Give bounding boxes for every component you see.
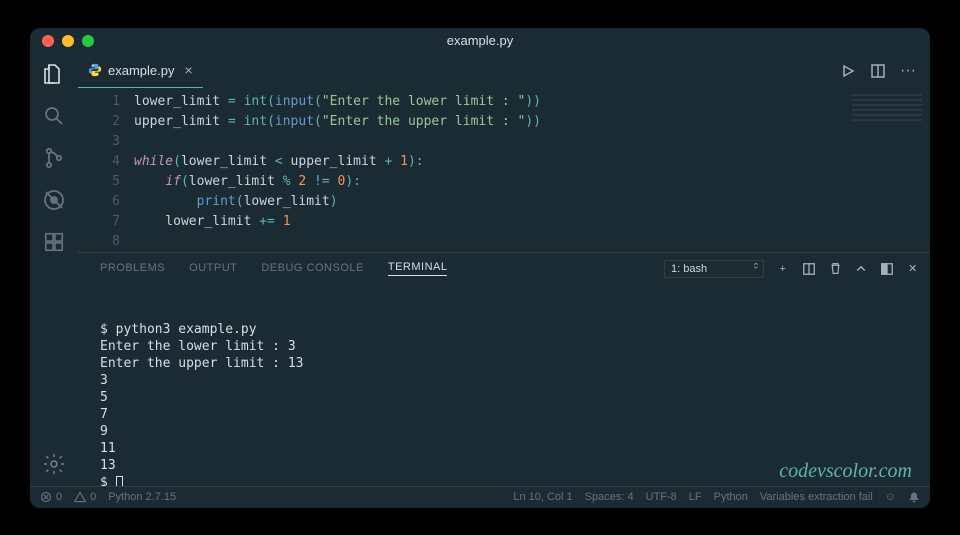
settings-gear-icon[interactable] [42, 452, 66, 476]
tab-label: example.py [108, 63, 174, 78]
bell-icon[interactable] [908, 491, 920, 503]
code-content: lower_limit = int(input("Enter the lower… [134, 92, 930, 252]
editor-actions: ··· [840, 62, 930, 80]
status-eol[interactable]: LF [689, 491, 702, 503]
search-icon[interactable] [42, 104, 66, 128]
window-controls [42, 35, 94, 47]
tab-output[interactable]: OUTPUT [189, 262, 237, 276]
status-bar: 0 0 Python 2.7.15 Ln 10, Col 1 Spaces: 4… [30, 486, 930, 508]
tab-debug-console[interactable]: DEBUG CONSOLE [261, 262, 363, 276]
status-extra[interactable]: Variables extraction fail [760, 491, 873, 503]
source-control-icon[interactable] [42, 146, 66, 170]
maximize-panel-icon[interactable] [880, 262, 894, 276]
maximize-window-button[interactable] [82, 35, 94, 47]
python-file-icon [88, 63, 102, 77]
main-area: example.py × ··· 12345678 lower_limit = … [78, 54, 930, 486]
feedback-icon[interactable]: ☺ [885, 491, 896, 503]
minimize-window-button[interactable] [62, 35, 74, 47]
kill-terminal-icon[interactable] [828, 262, 842, 276]
status-python-version[interactable]: Python 2.7.15 [108, 491, 176, 503]
chevron-up-icon[interactable] [854, 262, 868, 276]
vscode-window: example.py [30, 28, 930, 508]
status-cursor-position[interactable]: Ln 10, Col 1 [513, 491, 572, 503]
titlebar: example.py [30, 28, 930, 54]
extensions-icon[interactable] [42, 230, 66, 254]
close-window-button[interactable] [42, 35, 54, 47]
new-terminal-icon[interactable]: + [776, 262, 790, 276]
panel-tabs: PROBLEMS OUTPUT DEBUG CONSOLE TERMINAL 1… [78, 253, 930, 285]
run-icon[interactable] [840, 62, 856, 80]
line-gutter: 12345678 [78, 92, 134, 252]
status-indentation[interactable]: Spaces: 4 [585, 491, 634, 503]
watermark: codevscolor.com [779, 463, 912, 480]
window-body: example.py × ··· 12345678 lower_limit = … [30, 54, 930, 486]
bottom-panel: PROBLEMS OUTPUT DEBUG CONSOLE TERMINAL 1… [78, 252, 930, 486]
tab-example-py[interactable]: example.py × [78, 54, 203, 88]
close-tab-icon[interactable]: × [184, 62, 192, 78]
split-editor-icon[interactable] [870, 62, 886, 80]
more-actions-icon[interactable]: ··· [900, 62, 916, 80]
editor-tabs: example.py × ··· [78, 54, 930, 88]
status-errors[interactable]: 0 [40, 491, 62, 503]
tab-problems[interactable]: PROBLEMS [100, 262, 165, 276]
status-warnings[interactable]: 0 [74, 491, 96, 503]
terminal-selector[interactable]: 1: bash [664, 260, 764, 278]
split-terminal-icon[interactable] [802, 262, 816, 276]
status-encoding[interactable]: UTF-8 [646, 491, 677, 503]
debug-icon[interactable] [42, 188, 66, 212]
terminal-output[interactable]: $ python3 example.pyEnter the lower limi… [78, 285, 930, 486]
activity-bar [30, 54, 78, 486]
close-panel-icon[interactable]: ✕ [906, 262, 920, 276]
explorer-icon[interactable] [42, 62, 66, 86]
minimap[interactable] [852, 94, 922, 124]
tab-terminal[interactable]: TERMINAL [388, 261, 448, 276]
code-editor[interactable]: 12345678 lower_limit = int(input("Enter … [78, 88, 930, 252]
status-language[interactable]: Python [714, 491, 748, 503]
window-title: example.py [447, 33, 513, 48]
